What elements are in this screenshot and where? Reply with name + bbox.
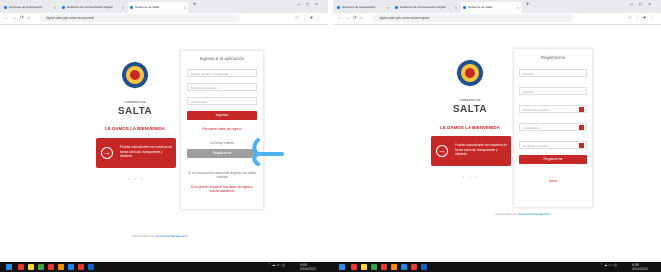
favicon-icon xyxy=(463,6,466,9)
chrome-icon[interactable] xyxy=(38,264,44,270)
register-panel: Registrarme Nombre Apellido Nombre de us… xyxy=(513,48,593,208)
url-field[interactable]: digital.salta.gob.ar/servicios/portal xyxy=(40,14,240,22)
app-icon[interactable] xyxy=(381,264,387,270)
browser-window-login: Acciones de la Actuación × Gobierno de Co… xyxy=(0,0,328,262)
welcome-heading: LE DAMOS LA BIENVENIDA xyxy=(440,125,500,130)
app-icon[interactable] xyxy=(351,264,357,270)
browser-tab[interactable]: Gobierno de Comunicación Digital × xyxy=(393,2,459,13)
browser-tab-active[interactable]: Gobierno de Salta × xyxy=(128,2,188,13)
arrow-right-icon: → xyxy=(101,147,113,159)
footer-credit: Desarrollado por Secretaría Management xyxy=(132,234,188,238)
app-icon[interactable] xyxy=(58,264,64,270)
promo-banner: → Podrás comunicarte con nosotros de for… xyxy=(96,138,176,168)
app-icon[interactable] xyxy=(401,264,407,270)
app-icon[interactable] xyxy=(18,264,24,270)
close-icon[interactable]: × xyxy=(184,2,186,13)
app-icon[interactable] xyxy=(48,264,54,270)
help-text: Si no se encuentra disponible ingreso co… xyxy=(188,171,256,179)
nav-buttons[interactable]: ←→⟳⌂ xyxy=(337,15,366,21)
close-icon[interactable]: × xyxy=(122,2,124,13)
address-bar: ←→⟳⌂ digital.salta.gob.ar/servicios/port… xyxy=(0,13,328,25)
window-controls[interactable]: –□× xyxy=(297,2,324,8)
promo-text: Podrás comunicarte con nosotros de forma… xyxy=(455,143,507,156)
favicon-icon xyxy=(130,6,133,9)
footer-credit: Desarrollado por Secretaría Management xyxy=(495,212,551,216)
username-field[interactable]: Nombre de usuario xyxy=(519,105,587,113)
field-action-icon[interactable] xyxy=(579,107,584,112)
app-icon[interactable] xyxy=(411,264,417,270)
back-link[interactable]: Volver xyxy=(514,179,592,183)
register-title: Registrarme xyxy=(540,55,566,60)
chrome-icon[interactable] xyxy=(371,264,377,270)
word-icon[interactable] xyxy=(88,264,94,270)
nav-buttons[interactable]: ←→⟳⌂ xyxy=(4,15,33,21)
login-panel: Ingresa a la aplicación Correo usuario o… xyxy=(180,50,264,210)
recover-link[interactable]: Si no puede recuperar sus datos de ingre… xyxy=(187,185,257,193)
brand-subtitle: GOBIERNO DE xyxy=(459,98,481,102)
window-controls[interactable]: –□× xyxy=(630,2,657,8)
login-button[interactable]: Ingresar xyxy=(187,111,257,120)
close-icon[interactable]: × xyxy=(54,2,56,13)
favicon-icon xyxy=(4,6,7,9)
user-field[interactable]: Correo usuario o credencial xyxy=(187,69,257,77)
brand-subtitle: GOBIERNO DE xyxy=(124,100,146,104)
password-field[interactable]: Contraseña xyxy=(187,97,257,105)
carousel-dots[interactable]: • • • xyxy=(461,174,481,179)
extension-icons[interactable]: ☆⋮●⋮ xyxy=(294,15,324,21)
brand-title: SALTA xyxy=(117,106,153,117)
field-action-icon[interactable] xyxy=(579,143,584,148)
clock-right[interactable]: 9:55 20/4/2023 xyxy=(632,263,648,271)
app-icon[interactable] xyxy=(78,264,84,270)
salta-emblem-icon xyxy=(121,61,149,89)
surname-field[interactable]: Apellido xyxy=(519,87,587,95)
system-tray-left[interactable]: ⌃ ☁ ▭ ◁) xyxy=(268,263,285,267)
extension-icons[interactable]: ☆⋮●⋮ xyxy=(627,15,657,21)
address-bar: ←→⟳⌂ digital.salta.gob.ar/servicios/regi… xyxy=(333,13,661,25)
windows-start-icon[interactable] xyxy=(6,264,12,270)
new-tab-icon[interactable]: + xyxy=(526,2,530,8)
promo-banner: → Podrás comunicarte con nosotros de for… xyxy=(431,136,511,166)
favicon-icon xyxy=(337,6,340,9)
salta-emblem-icon xyxy=(456,59,484,87)
annotation-arrow xyxy=(252,138,284,166)
favicon-icon xyxy=(62,6,65,9)
close-icon[interactable]: × xyxy=(455,2,457,13)
new-tab-icon[interactable]: + xyxy=(193,2,197,8)
field-action-icon[interactable] xyxy=(579,125,584,130)
folder-icon[interactable] xyxy=(361,264,367,270)
app-icon[interactable] xyxy=(68,264,74,270)
welcome-heading: LE DAMOS LA BIENVENIDA xyxy=(105,126,165,131)
password-field[interactable]: Contraseña xyxy=(519,123,587,131)
word-icon[interactable] xyxy=(421,264,427,270)
email-field[interactable]: E-mail de contacto xyxy=(519,141,587,149)
app-icon[interactable] xyxy=(391,264,397,270)
close-icon[interactable]: × xyxy=(387,2,389,13)
favicon-icon xyxy=(395,6,398,9)
taskbar: ⌃ ☁ ▭ ◁) 9:55 20/4/2023 ⌃ ☁ ▭ ◁) 9:55 20… xyxy=(0,262,661,272)
carousel-dots[interactable]: • • • xyxy=(126,176,146,181)
folder-icon[interactable] xyxy=(28,264,34,270)
system-tray-right[interactable]: ⌃ ☁ ▭ ◁) xyxy=(600,263,617,267)
browser-tab-active[interactable]: Gobierno de Salta × xyxy=(461,2,521,13)
forgot-link[interactable]: Recuperar datos de ingreso xyxy=(181,127,263,131)
url-field[interactable]: digital.salta.gob.ar/servicios/registro xyxy=(373,14,573,22)
username-field[interactable]: Nombre de usuario xyxy=(187,83,257,91)
windows-start-icon[interactable] xyxy=(339,264,345,270)
tab-bar: Acciones de la Actuación × Gobierno de Co… xyxy=(0,0,328,13)
promo-text: Podrás comunicarte con nosotros de forma… xyxy=(120,145,172,158)
login-title: Ingresa a la aplicación xyxy=(199,56,245,61)
browser-window-register: Acciones de la Actuación × Gobierno de Co… xyxy=(333,0,661,262)
close-icon[interactable]: × xyxy=(517,2,519,13)
browser-tab[interactable]: Acciones de la Actuación × xyxy=(335,2,391,13)
browser-tab[interactable]: Gobierno de Comunicación Digital × xyxy=(60,2,126,13)
tab-bar: Acciones de la Actuación × Gobierno de Co… xyxy=(333,0,661,13)
name-field[interactable]: Nombre xyxy=(519,69,587,77)
register-submit-button[interactable]: Registrarme xyxy=(519,155,587,164)
brand-title: SALTA xyxy=(452,104,488,115)
browser-tab[interactable]: Acciones de la Actuación × xyxy=(2,2,58,13)
arrow-right-icon: → xyxy=(436,145,448,157)
clock-left[interactable]: 9:55 20/4/2023 xyxy=(300,263,316,271)
